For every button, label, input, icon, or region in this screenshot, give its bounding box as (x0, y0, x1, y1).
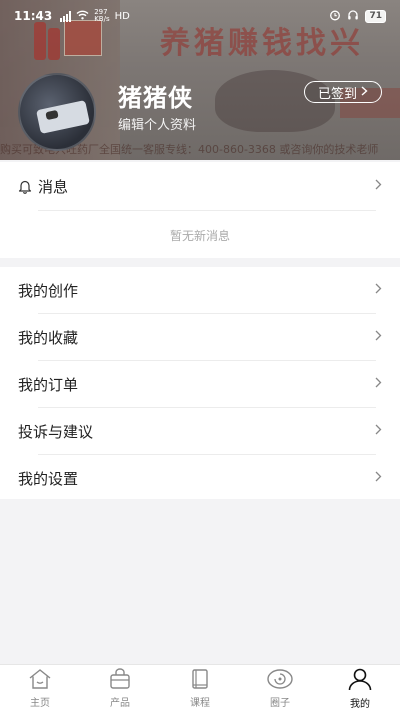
network-speed: 297 KB/s (94, 9, 109, 23)
tab-label: 产品 (110, 697, 130, 709)
person-icon (347, 667, 373, 695)
status-bar: 11:43 297 KB/s HD 71 (0, 0, 400, 32)
avatar[interactable] (18, 73, 96, 151)
bag-icon (108, 667, 132, 694)
chevron-right-icon (375, 282, 382, 298)
menu-item-settings[interactable]: 我的设置 (0, 455, 400, 501)
chevron-right-icon (375, 329, 382, 345)
book-icon (188, 668, 212, 694)
messages-title: 消息 (38, 177, 69, 196)
checkin-label: 已签到 (317, 86, 357, 102)
menu-item-favorites[interactable]: 我的收藏 (0, 314, 400, 360)
tab-products[interactable]: 产品 (80, 665, 160, 711)
chevron-right-icon (375, 178, 382, 194)
chevron-right-icon (375, 376, 382, 392)
bottom-tab-bar: 主页 产品 课程 圈子 我的 (0, 664, 400, 711)
chevron-right-icon (361, 85, 368, 100)
menu-item-label: 我的创作 (18, 281, 79, 300)
status-right: 71 (329, 9, 386, 24)
messages-row[interactable]: 消息 (0, 162, 400, 210)
tab-label: 课程 (190, 697, 210, 709)
headphones-icon (347, 9, 359, 24)
tab-label: 主页 (30, 697, 50, 709)
menu-list: 我的创作 我的收藏 我的订单 投诉与建议 我的设置 (0, 267, 400, 499)
network-type: HD (114, 10, 130, 22)
menu-item-orders[interactable]: 我的订单 (0, 361, 400, 407)
tab-mine[interactable]: 我的 (320, 665, 400, 711)
menu-item-feedback[interactable]: 投诉与建议 (0, 408, 400, 454)
tab-label: 圈子 (270, 697, 290, 709)
banner-bottle (48, 28, 60, 60)
tab-home[interactable]: 主页 (0, 665, 80, 711)
messages-card: 消息 暂无新消息 (0, 162, 400, 258)
chevron-right-icon (375, 470, 382, 486)
profile-header: 养猪赚钱找兴 购买可致电兴旺药厂全国统一客服专线：400-860-3368 或咨… (0, 0, 400, 160)
menu-item-label: 我的订单 (18, 375, 79, 394)
menu-item-creations[interactable]: 我的创作 (0, 267, 400, 313)
signal-icon (60, 10, 72, 22)
menu-item-label: 我的设置 (18, 469, 79, 488)
tab-community[interactable]: 圈子 (240, 665, 320, 711)
alarm-icon (329, 9, 341, 24)
chevron-right-icon (375, 423, 382, 439)
bell-icon (18, 179, 32, 194)
menu-item-label: 我的收藏 (18, 328, 79, 347)
checkin-button[interactable]: 已签到 (304, 81, 382, 103)
signal-indicators: 297 KB/s HD (60, 9, 130, 23)
tab-courses[interactable]: 课程 (160, 665, 240, 711)
wifi-icon (76, 10, 89, 23)
edit-profile-link[interactable]: 编辑个人资料 (118, 114, 196, 133)
tab-label: 我的 (350, 698, 370, 710)
status-time: 11:43 (14, 9, 53, 23)
home-icon (27, 668, 53, 694)
network-speed-unit: KB/s (94, 15, 110, 23)
messages-empty-text: 暂无新消息 (169, 229, 230, 243)
username: 猪猪侠 (118, 84, 193, 112)
battery-icon: 71 (365, 9, 386, 23)
avatar-phone-image (36, 100, 90, 134)
menu-item-label: 投诉与建议 (18, 422, 94, 441)
circle-icon (266, 668, 294, 694)
